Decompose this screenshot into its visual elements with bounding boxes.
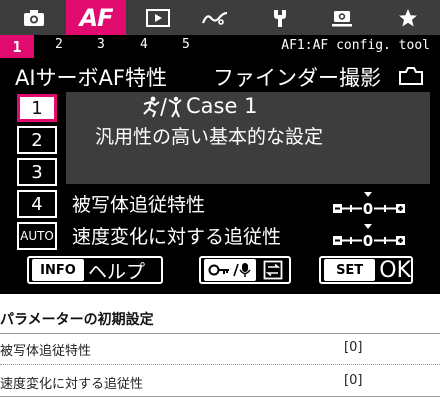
- case-button-3[interactable]: 3: [17, 158, 57, 186]
- param-scale-icon: 0: [333, 224, 405, 250]
- set-chip: SET: [324, 259, 376, 281]
- tab-af-label: AF: [79, 3, 114, 32]
- page-tab-3[interactable]: 3: [97, 37, 105, 52]
- page-tabs: 1 2 3 4 5 AF1:AF config. tool: [0, 35, 440, 58]
- param-row-tracking-sensitivity[interactable]: 被写体追従特性 0: [66, 190, 430, 218]
- page-tab-4[interactable]: 4: [140, 37, 148, 52]
- table-cell-value: [0]: [344, 373, 363, 388]
- param-label: 速度変化に対する追従性: [72, 226, 282, 248]
- info-chip: INFO: [32, 259, 84, 281]
- tab-my-menu[interactable]: [388, 0, 428, 35]
- tab-playback[interactable]: [138, 0, 178, 35]
- ok-label: OK: [379, 257, 411, 283]
- page-tab-5[interactable]: 5: [182, 37, 190, 52]
- tab-custom-functions[interactable]: [322, 0, 362, 35]
- switch-icon: [263, 260, 283, 280]
- case-button-auto[interactable]: AUTO: [17, 222, 57, 250]
- table-cell-name: 速度変化に対する追従性: [0, 377, 144, 392]
- wrench-icon: [274, 9, 286, 27]
- defaults-table-title: パラメーターの初期設定: [0, 312, 154, 328]
- menu-tab-bar: AF: [0, 0, 440, 35]
- wave-icon: [201, 11, 228, 25]
- param-label: 被写体追従特性: [72, 194, 206, 216]
- camera-icon: [24, 9, 44, 26]
- table-divider: [0, 396, 440, 397]
- case-name: Case 1: [186, 94, 258, 118]
- mycamera-icon: [332, 10, 352, 26]
- help-label: ヘルプ: [88, 260, 146, 283]
- tab-setup[interactable]: [260, 0, 300, 35]
- key-mic-icon: [208, 263, 251, 277]
- case-button-1[interactable]: 1: [17, 94, 57, 122]
- key-mic-chip: [204, 259, 256, 281]
- table-row: 速度変化に対する追従性 [0]: [0, 368, 440, 394]
- section-title: AF1:AF config. tool: [281, 38, 430, 53]
- table-cell-value: [0]: [344, 340, 363, 355]
- table-cell-name: 被写体追従特性: [0, 344, 92, 359]
- case-button-4[interactable]: 4: [17, 190, 57, 218]
- multi-sport-icon: [143, 96, 182, 118]
- table-divider: [0, 364, 440, 365]
- star-icon: [399, 8, 417, 26]
- param-scale-value: 0: [363, 200, 373, 218]
- camera-menu-screen: AF 1 2 3 4 5 AF1:AF config. tool AIサーボAF…: [0, 0, 440, 294]
- tab-wireless[interactable]: [196, 0, 236, 35]
- info-help-button[interactable]: INFO ヘルプ: [27, 256, 163, 284]
- set-ok-button[interactable]: SET OK: [319, 256, 413, 284]
- tab-af[interactable]: AF: [66, 0, 126, 35]
- param-scale-icon: 0: [333, 192, 405, 218]
- play-icon: [146, 8, 170, 27]
- param-row-accel-decel-tracking[interactable]: 速度変化に対する追従性 0: [66, 222, 430, 250]
- case-description: 汎用性の高い基本的な設定: [95, 126, 324, 148]
- protect-voice-switch-button[interactable]: [199, 256, 291, 284]
- camera-outline-icon: [399, 67, 423, 85]
- page-tab-2[interactable]: 2: [55, 37, 63, 52]
- table-divider: [0, 333, 440, 334]
- shooting-mode-label: ファインダー撮影: [213, 66, 381, 90]
- table-row: 被写体追従特性 [0]: [0, 335, 440, 361]
- param-scale-value: 0: [363, 232, 373, 250]
- page-title: AIサーボAF特性: [15, 66, 168, 90]
- page-tab-1[interactable]: 1: [0, 35, 34, 58]
- tab-shooting[interactable]: [14, 0, 54, 35]
